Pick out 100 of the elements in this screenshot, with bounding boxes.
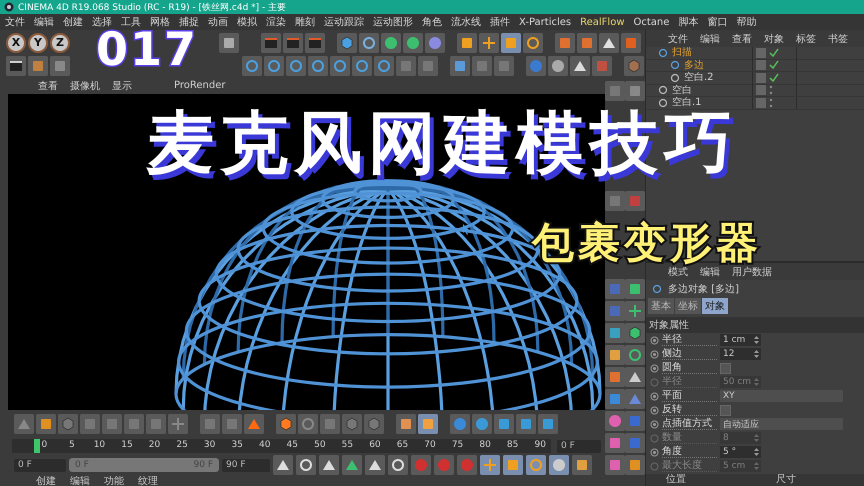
square-icon[interactable]	[516, 414, 536, 434]
cone-icon[interactable]	[319, 455, 339, 475]
checkbox[interactable]	[720, 362, 731, 374]
panel-tab[interactable]: 纹理	[138, 476, 158, 486]
square-icon[interactable]	[625, 455, 645, 475]
spin-arrows-icon[interactable]	[754, 448, 759, 456]
menu-item[interactable]: 动画	[208, 15, 228, 29]
menu-item[interactable]: 插件	[490, 15, 510, 29]
square-icon[interactable]	[605, 345, 625, 365]
square-icon[interactable]	[577, 32, 597, 52]
end-frame-field[interactable]: 90 F	[222, 458, 270, 472]
object-name[interactable]: 空白	[672, 84, 752, 96]
menu-item[interactable]: 对象	[764, 32, 784, 46]
cube-icon[interactable]	[624, 56, 644, 76]
checkmark-icon[interactable]	[769, 48, 779, 58]
rotate-icon[interactable]	[374, 56, 394, 76]
rotate-icon[interactable]	[352, 56, 372, 76]
menu-item[interactable]: ProRender	[174, 80, 226, 91]
square-icon[interactable]	[625, 279, 645, 299]
timeline-ruler[interactable]: 0 5 10 15 20 25 30 35 40 45 50 55 60 65 70 75 80 85 90	[12, 439, 551, 453]
square-icon[interactable]	[457, 32, 477, 52]
menu-item[interactable]: 用户数据	[732, 264, 772, 278]
menu-item[interactable]: 角色	[422, 15, 442, 29]
square-icon[interactable]	[396, 414, 416, 434]
square-icon[interactable]	[501, 32, 521, 52]
object-name[interactable]: 空白.1	[672, 97, 752, 108]
square-icon[interactable]	[494, 414, 514, 434]
square-icon[interactable]	[450, 56, 470, 76]
playhead[interactable]	[34, 439, 40, 453]
checkmark-icon[interactable]	[769, 60, 779, 70]
menu-item[interactable]: 窗口	[707, 15, 728, 29]
cube-icon[interactable]	[58, 414, 78, 434]
square-icon[interactable]	[219, 32, 239, 52]
menu-item[interactable]: 查看	[38, 78, 58, 92]
menu-item[interactable]: 脚本	[678, 15, 698, 29]
cone-icon[interactable]	[570, 56, 590, 76]
menu-item[interactable]: 摄像机	[70, 78, 100, 92]
menu-item[interactable]: 运动跟踪	[324, 15, 364, 29]
rotate-icon[interactable]	[388, 455, 408, 475]
menu-item[interactable]: 流水线	[451, 15, 481, 29]
cone-icon[interactable]	[365, 455, 385, 475]
dropdown[interactable]: XY	[720, 390, 843, 402]
cube-icon[interactable]	[364, 414, 384, 434]
menu-item[interactable]: 帮助	[736, 15, 756, 29]
axis-button[interactable]: Y	[28, 32, 48, 52]
menu-item[interactable]: 网格	[150, 15, 170, 29]
menu-item[interactable]: 书签	[828, 32, 848, 46]
menu-item[interactable]: 捕捉	[179, 15, 199, 29]
square-icon[interactable]	[572, 455, 592, 475]
move-icon[interactable]	[479, 32, 499, 52]
object-name[interactable]: 扫描	[672, 47, 752, 58]
menu-item[interactable]: 工具	[121, 15, 141, 29]
tab[interactable]: 基本	[648, 298, 674, 314]
panel-tab[interactable]: 功能	[104, 476, 124, 486]
menu-item[interactable]: 选择	[92, 15, 112, 29]
spin-arrows-icon[interactable]	[754, 336, 759, 344]
object-name[interactable]: 空白.2	[684, 72, 752, 84]
rotate-icon[interactable]	[523, 32, 543, 52]
rotate-icon[interactable]	[359, 32, 379, 52]
film-icon[interactable]	[261, 32, 281, 52]
cube-icon[interactable]	[276, 414, 296, 434]
cone-icon[interactable]	[273, 455, 293, 475]
cube-icon[interactable]	[337, 32, 357, 52]
menu-item[interactable]: 创建	[63, 15, 83, 29]
rotate-icon[interactable]	[264, 56, 284, 76]
panel-tab[interactable]: 创建	[36, 476, 56, 486]
value-field[interactable]: 1 cm	[720, 334, 761, 346]
move-icon[interactable]	[625, 301, 645, 321]
film-icon[interactable]	[305, 32, 325, 52]
cube-icon[interactable]	[625, 323, 645, 343]
menu-item[interactable]: X-Particles	[519, 16, 572, 28]
square-icon[interactable]	[555, 32, 575, 52]
cube-icon[interactable]	[342, 414, 362, 434]
menu-item[interactable]: 渲染	[266, 15, 286, 29]
menu-item[interactable]: 文件	[5, 15, 25, 29]
rotate-icon[interactable]	[296, 455, 316, 475]
menu-item[interactable]: 模拟	[237, 15, 257, 29]
rotate-icon[interactable]	[330, 56, 350, 76]
checkbox[interactable]	[720, 404, 731, 416]
object-name[interactable]: 多边	[684, 60, 752, 71]
square-icon[interactable]	[36, 414, 56, 434]
menu-item[interactable]: 雕刻	[295, 15, 315, 29]
menu-item[interactable]: 文件	[668, 32, 688, 46]
square-icon[interactable]	[605, 323, 625, 343]
film-icon[interactable]	[283, 32, 303, 52]
dots-icon[interactable]	[769, 98, 773, 108]
tab[interactable]: 对象	[702, 298, 728, 314]
rotate-icon[interactable]	[242, 56, 262, 76]
menu-item[interactable]: 查看	[732, 32, 752, 46]
panel-tab[interactable]: 编辑	[70, 476, 90, 486]
start-frame-field[interactable]: 0 F	[14, 458, 66, 472]
menu-item[interactable]: 模式	[668, 264, 688, 278]
menu-item[interactable]: 显示	[112, 78, 132, 92]
menu-item[interactable]: 标签	[796, 32, 816, 46]
layer-icon[interactable]	[756, 98, 766, 108]
axis-button[interactable]: X	[6, 32, 26, 52]
rotate-icon[interactable]	[625, 345, 645, 365]
value-field[interactable]: 5 °	[720, 446, 761, 458]
frame-field[interactable]: 0 F	[557, 440, 601, 452]
spin-arrows-icon[interactable]	[754, 350, 759, 358]
